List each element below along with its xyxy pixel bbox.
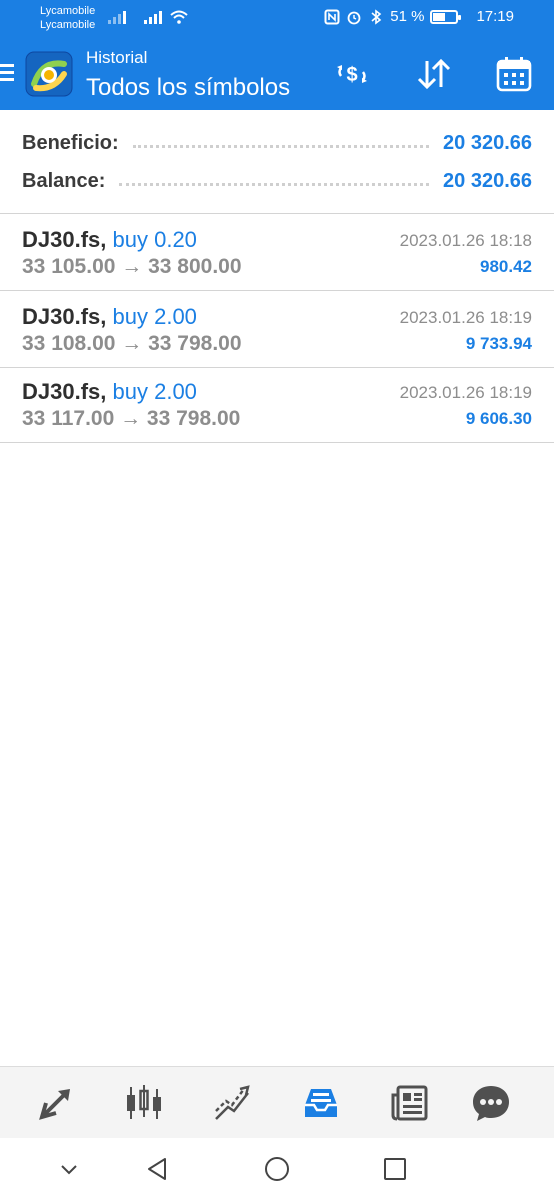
deal-type: buy 0.20 — [112, 227, 197, 252]
calendar-button[interactable] — [494, 54, 534, 94]
profit-value: 20 320.66 — [443, 131, 532, 154]
deal-prices: 33 105.00 → 33 800.00 — [22, 255, 242, 278]
dotted-leader — [132, 142, 430, 148]
deal-time: 2023.01.26 18:19 — [399, 383, 532, 402]
deal-row[interactable]: DJ30.fs, buy 2.00 33 117.00 → 33 798.00 … — [0, 367, 554, 443]
nav-home-button[interactable] — [262, 1154, 292, 1184]
screen-title[interactable]: Todos los símbolos — [86, 74, 290, 102]
carrier-2: Lycamobile — [40, 19, 96, 31]
deal-profit: 9 606.30 — [465, 409, 532, 428]
battery-percent: 51 % — [390, 8, 425, 25]
battery-icon — [430, 9, 462, 24]
balance-label: Balance: — [22, 169, 106, 192]
nav-collapse-button[interactable] — [54, 1154, 84, 1184]
chat-icon — [473, 1086, 509, 1121]
deal-symbol: DJ30.fs, — [22, 304, 107, 329]
tab-news[interactable] — [390, 1083, 430, 1123]
currency-swap-icon: $ — [337, 64, 367, 86]
bottom-tab-bar — [0, 1066, 554, 1138]
chart-icon — [127, 1085, 161, 1119]
deal-symbol: DJ30.fs, — [22, 227, 107, 252]
tab-chat[interactable] — [471, 1083, 511, 1123]
tab-chart[interactable] — [124, 1083, 164, 1123]
metatrader-logo — [25, 51, 73, 97]
alarm-icon — [347, 11, 361, 24]
app-bar: Historial Todos los símbolos $ — [0, 36, 554, 110]
history-icon — [305, 1089, 337, 1117]
balance-value: 20 320.66 — [443, 169, 532, 192]
account-summary: Beneficio: 20 320.66 Balance: 20 320.66 — [0, 110, 554, 214]
tab-history[interactable] — [301, 1083, 341, 1123]
system-nav-bar — [0, 1138, 554, 1200]
nav-recents-button[interactable] — [380, 1154, 410, 1184]
calendar-icon — [496, 57, 532, 92]
deal-type: buy 2.00 — [112, 379, 197, 404]
signal-1-icon — [108, 10, 126, 24]
balance-row: Balance: 20 320.66 — [22, 166, 532, 196]
back-triangle-icon — [148, 1158, 166, 1180]
signal-indicators — [108, 10, 188, 24]
dotted-leader — [119, 180, 430, 186]
wifi-icon — [170, 10, 188, 24]
tab-quotes[interactable] — [36, 1083, 76, 1123]
deal-symbol: DJ30.fs, — [22, 379, 107, 404]
carrier-info: Lycamobile Lycamobile — [40, 4, 95, 32]
news-icon — [391, 1085, 428, 1121]
sort-button[interactable] — [414, 54, 454, 94]
deal-profit: 9 733.94 — [465, 334, 532, 353]
deal-profit: 980.42 — [480, 257, 532, 276]
recents-square-icon — [384, 1158, 406, 1180]
deal-time: 2023.01.26 18:18 — [399, 231, 532, 250]
currency-swap-button[interactable]: $ — [332, 54, 372, 94]
screen-subtitle: Historial — [86, 48, 148, 67]
profit-row: Beneficio: 20 320.66 — [22, 128, 532, 158]
deal-prices: 33 117.00 → 33 798.00 — [22, 407, 241, 430]
deal-row[interactable]: DJ30.fs, buy 2.00 33 108.00 → 33 798.00 … — [0, 292, 554, 368]
sort-icon — [417, 58, 451, 90]
quotes-icon — [39, 1089, 70, 1120]
trade-icon — [215, 1085, 250, 1120]
bluetooth-icon — [371, 8, 382, 25]
nav-back-button[interactable] — [142, 1154, 172, 1184]
carrier-1: Lycamobile — [40, 5, 96, 17]
tab-trade[interactable] — [212, 1083, 252, 1123]
menu-icon[interactable] — [0, 64, 16, 82]
status-bar: Lycamobile Lycamobile 51 % 17:19 — [0, 0, 554, 36]
svg-text:$: $ — [346, 64, 357, 86]
home-circle-icon — [265, 1157, 289, 1181]
deal-time: 2023.01.26 18:19 — [399, 308, 532, 327]
nfc-icon — [324, 9, 340, 24]
deal-type: buy 2.00 — [112, 304, 197, 329]
signal-2-icon — [144, 10, 162, 24]
profit-label: Beneficio: — [22, 131, 119, 154]
clock: 17:19 — [476, 8, 514, 25]
status-right: 51 % 17:19 — [324, 8, 514, 25]
deal-row[interactable]: DJ30.fs, buy 0.20 33 105.00 → 33 800.00 … — [0, 215, 554, 291]
deal-prices: 33 108.00 → 33 798.00 — [22, 332, 242, 355]
chevron-down-icon — [61, 1165, 77, 1175]
